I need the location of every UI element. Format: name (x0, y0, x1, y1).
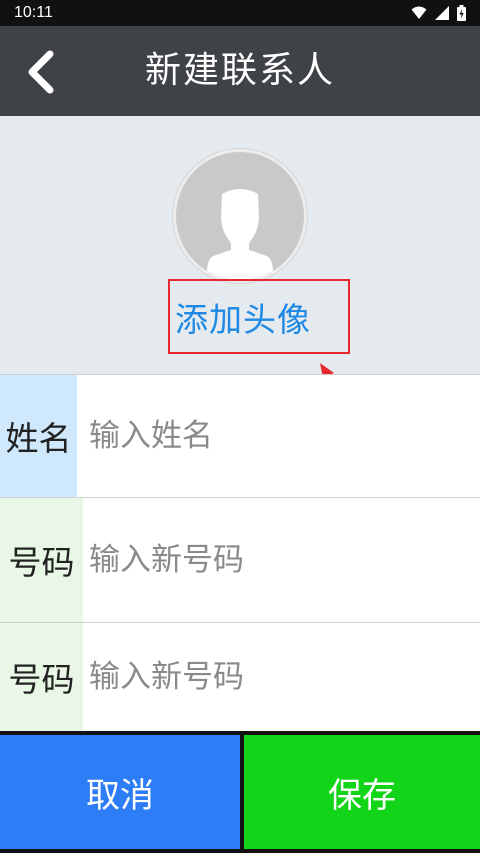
person-silhouette-icon (207, 189, 273, 280)
save-button[interactable]: 保存 (244, 735, 480, 849)
name-input[interactable] (77, 375, 480, 497)
page-title: 新建联系人 (144, 50, 335, 91)
name-row: 姓名 (0, 374, 480, 498)
avatar[interactable] (173, 149, 307, 283)
phone-row-2: 号码 (0, 623, 480, 731)
phone-input-1[interactable] (83, 498, 480, 622)
add-avatar-button[interactable]: 添加头像 (168, 279, 350, 354)
status-time: 10:11 (14, 4, 53, 21)
phone-label-2: 号码 (0, 623, 83, 731)
avatar-section: 添加头像 (0, 116, 480, 374)
status-icons (411, 5, 466, 21)
bottom-action-bar: 取消 保存 (0, 731, 480, 853)
cancel-button[interactable]: 取消 (0, 735, 240, 849)
battery-icon (457, 5, 466, 21)
wifi-icon (411, 6, 427, 19)
status-bar: 10:11 (0, 0, 480, 26)
signal-icon (435, 6, 449, 20)
add-avatar-label: 添加头像 (175, 299, 311, 339)
phone-input-2[interactable] (83, 623, 480, 731)
phone-label-1: 号码 (0, 498, 83, 622)
title-bar: 新建联系人 (0, 26, 480, 116)
name-label: 姓名 (0, 375, 77, 497)
phone-row-1: 号码 (0, 498, 480, 623)
